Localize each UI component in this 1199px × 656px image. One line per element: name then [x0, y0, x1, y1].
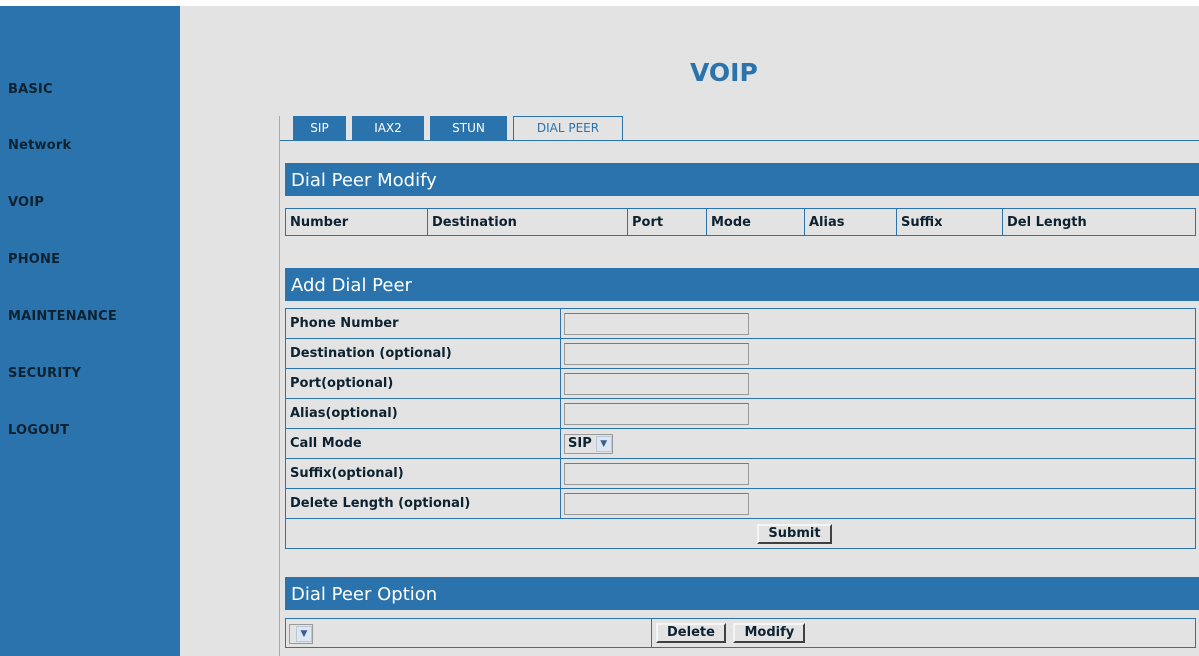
modify-button[interactable]: Modify — [733, 623, 806, 643]
submit-button[interactable]: Submit — [757, 523, 832, 544]
field-label-delete-length: Delete Length (optional) — [285, 488, 561, 519]
column-header-del-length: Del Length — [1002, 208, 1196, 236]
destination-input[interactable] — [564, 342, 749, 365]
option-row: ▼ Delete Modify — [285, 618, 1196, 648]
column-header-suffix: Suffix — [896, 208, 1003, 236]
dial-peer-option-header: Dial Peer Option — [285, 577, 1199, 610]
field-label-port: Port(optional) — [285, 368, 561, 399]
sidebar-item-basic[interactable]: BASIC — [8, 82, 53, 97]
form-row: Submit — [285, 518, 1196, 549]
form-row: Alias(optional) — [285, 398, 1196, 429]
call-mode-value: SIP — [568, 436, 592, 451]
form-row: Destination (optional) — [285, 338, 1196, 369]
suffix-input[interactable] — [564, 462, 749, 485]
phone-number-input[interactable] — [564, 312, 749, 335]
field-label-call-mode: Call Mode — [285, 428, 561, 459]
field-cell — [560, 308, 1196, 339]
chevron-down-icon: ▼ — [595, 435, 612, 452]
form-row: Delete Length (optional) — [285, 488, 1196, 519]
field-cell — [560, 368, 1196, 399]
sidebar-item-network[interactable]: Network — [8, 138, 71, 153]
submit-cell: Submit — [285, 518, 1196, 549]
sidebar-item-voip[interactable]: VOIP — [8, 195, 44, 210]
field-cell: SIP ▼ — [560, 428, 1196, 459]
form-row: Port(optional) — [285, 368, 1196, 399]
column-header-alias: Alias — [804, 208, 897, 236]
column-header-number: Number — [285, 208, 428, 236]
field-cell — [560, 398, 1196, 429]
add-dial-peer-form: Phone Number Destination (optional) Port… — [285, 308, 1196, 549]
tab-dial-peer[interactable]: DIAL PEER — [513, 116, 623, 140]
dial-peer-option-table: ▼ Delete Modify — [285, 618, 1196, 648]
dial-peer-modify-header: Dial Peer Modify — [285, 163, 1199, 196]
delete-button[interactable]: Delete — [656, 623, 726, 643]
tab-strip-line — [280, 140, 1199, 141]
field-label-phone-number: Phone Number — [285, 308, 561, 339]
sidebar-item-security[interactable]: SECURITY — [8, 366, 81, 381]
tab-iax2[interactable]: IAX2 — [352, 116, 424, 140]
chevron-down-icon: ▼ — [296, 625, 312, 642]
field-label-suffix: Suffix(optional) — [285, 458, 561, 489]
form-row: Call Mode SIP ▼ — [285, 428, 1196, 459]
option-actions-cell: Delete Modify — [651, 618, 1196, 648]
field-label-alias: Alias(optional) — [285, 398, 561, 429]
tab-stun[interactable]: STUN — [430, 116, 507, 140]
call-mode-select[interactable]: SIP ▼ — [564, 433, 613, 454]
field-cell — [560, 338, 1196, 369]
dial-peer-select[interactable]: ▼ — [289, 623, 313, 644]
column-header-mode: Mode — [706, 208, 805, 236]
delete-length-input[interactable] — [564, 492, 749, 515]
form-row: Suffix(optional) — [285, 458, 1196, 489]
column-header-port: Port — [627, 208, 707, 236]
sidebar-item-maintenance[interactable]: MAINTENANCE — [8, 309, 117, 324]
port-input[interactable] — [564, 372, 749, 395]
add-dial-peer-header: Add Dial Peer — [285, 268, 1199, 301]
main-content: SIP IAX2 STUN DIAL PEER Dial Peer Modify… — [279, 116, 1199, 656]
tab-sip[interactable]: SIP — [293, 116, 346, 140]
dial-peer-list-table: Number Destination Port Mode Alias Suffi… — [285, 208, 1196, 236]
sidebar-item-logout[interactable]: LOGOUT — [8, 423, 69, 438]
option-select-cell: ▼ — [285, 618, 652, 648]
field-label-destination: Destination (optional) — [285, 338, 561, 369]
column-header-destination: Destination — [427, 208, 628, 236]
sidebar-item-phone[interactable]: PHONE — [8, 252, 60, 267]
alias-input[interactable] — [564, 402, 749, 425]
field-cell — [560, 458, 1196, 489]
sidebar: BASIC Network VOIP PHONE MAINTENANCE SEC… — [0, 6, 180, 656]
table-header-row: Number Destination Port Mode Alias Suffi… — [285, 208, 1196, 236]
form-row: Phone Number — [285, 308, 1196, 339]
field-cell — [560, 488, 1196, 519]
page-title: VOIP — [690, 58, 758, 87]
